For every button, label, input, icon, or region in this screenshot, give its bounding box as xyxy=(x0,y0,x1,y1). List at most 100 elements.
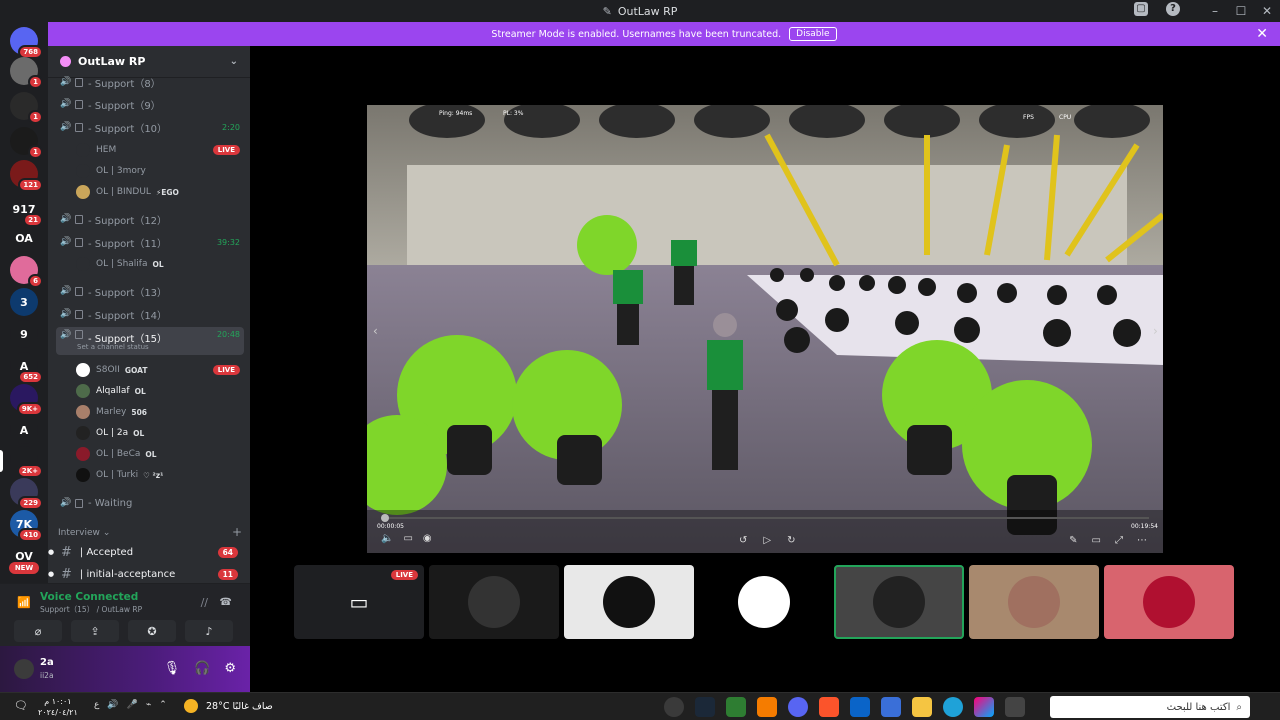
server-icon[interactable]: 3 xyxy=(10,288,38,316)
voice-user[interactable]: OL | 3mory xyxy=(76,161,244,181)
rewind-icon[interactable]: ↺ xyxy=(739,535,747,546)
server-icon[interactable]: 917 21 xyxy=(10,195,43,227)
voice-channel[interactable]: 🔊 - Support（10） 2:20 xyxy=(56,117,244,137)
clock[interactable]: ١٠:٠١ م ٢٠٢٤/٠٤/٢١ xyxy=(38,696,78,718)
voice-user[interactable]: Marley 506 xyxy=(76,402,244,422)
channel-status[interactable]: Set a channel status xyxy=(77,343,149,351)
screen-icon[interactable]: ▭ xyxy=(403,533,412,544)
voice-channel[interactable]: 🔊 - Support（12） xyxy=(56,209,244,229)
headphones-icon[interactable]: 🎧 xyxy=(194,661,210,676)
copilot-app-icon[interactable] xyxy=(974,697,994,717)
volume-icon[interactable]: 🔈 xyxy=(381,533,393,544)
text-channel[interactable]: ● # | Accepted 64 xyxy=(48,542,248,562)
microphone-icon[interactable]: 🎙 xyxy=(164,661,181,676)
activities-button[interactable]: ✪ xyxy=(128,620,176,642)
network-icon[interactable]: ⌁ xyxy=(146,700,151,710)
disconnect-icon[interactable]: ☎ xyxy=(220,597,232,608)
voice-channel-path[interactable]: Support（15） / OutLaw RP xyxy=(40,604,142,615)
voice-user[interactable]: Alqallaf OL xyxy=(76,381,244,401)
server-icon[interactable]: 9 xyxy=(10,320,38,348)
play-icon[interactable]: ▷ xyxy=(763,535,771,546)
participant-tile[interactable] xyxy=(564,565,694,639)
participant-tile[interactable] xyxy=(969,565,1099,639)
share-screen-button[interactable]: ⇪ xyxy=(71,620,119,642)
pencil-icon[interactable]: ✎ xyxy=(1069,535,1077,546)
banner-close-icon[interactable]: ✕ xyxy=(1256,26,1268,42)
server-icon[interactable]: 1 xyxy=(10,127,43,159)
server-icon[interactable]: 768 xyxy=(10,27,43,59)
tray-chevron-icon[interactable]: ⌃ xyxy=(159,700,167,710)
voice-user[interactable]: HEM LIVE xyxy=(76,140,244,160)
participant-tile[interactable] xyxy=(699,565,829,639)
voice-channel[interactable]: 🔊 - Support（15） 20:48 Set a channel status xyxy=(56,327,244,355)
voice-channel[interactable]: 🔊 - Support（11） 39:32 xyxy=(56,232,244,252)
prev-arrow-icon[interactable]: ‹ xyxy=(373,324,378,338)
server-icon[interactable]: 9K+ xyxy=(10,384,43,416)
avatar[interactable] xyxy=(14,659,34,679)
minimize-button[interactable]: – xyxy=(1202,4,1228,18)
help-icon[interactable]: ? xyxy=(1166,2,1180,16)
edge-app-icon[interactable] xyxy=(943,697,963,717)
disable-button[interactable]: Disable xyxy=(789,27,837,41)
signal-icon[interactable]: 📶 xyxy=(17,596,31,609)
brave-app-icon[interactable] xyxy=(819,697,839,717)
category-interview[interactable]: Interview ⌄ + xyxy=(58,526,242,538)
layout-icon[interactable]: ▭ xyxy=(1092,535,1101,546)
participant-tile[interactable] xyxy=(1104,565,1234,639)
terminal-app-icon[interactable] xyxy=(726,697,746,717)
server-icon[interactable]: A 652 xyxy=(10,352,43,384)
voice-channel[interactable]: 🔊 - Support（14） xyxy=(56,304,244,324)
server-icon[interactable]: 1 xyxy=(10,92,43,124)
settings-gear-icon[interactable]: ⚙ xyxy=(224,661,236,676)
voice-user[interactable]: OL | Turki ♡ ²z¹ xyxy=(76,465,244,485)
obs-app-icon[interactable] xyxy=(664,697,684,717)
server-icon[interactable]: 121 xyxy=(10,160,43,192)
voice-channel[interactable]: 🔊 - Support（8） xyxy=(56,72,244,92)
inbox-icon[interactable]: ▢ xyxy=(1134,2,1148,16)
server-icon[interactable]: 7K 410 xyxy=(10,510,43,542)
server-icon[interactable]: 2K+ xyxy=(10,446,43,478)
fullscreen-icon[interactable]: ⤢ xyxy=(1115,535,1123,546)
file-explorer-icon[interactable] xyxy=(912,697,932,717)
maximize-button[interactable]: ☐ xyxy=(1228,4,1254,18)
server-icon[interactable]: OA xyxy=(10,224,38,252)
soundboard-button[interactable]: ♪ xyxy=(185,620,233,642)
server-icon[interactable]: 6 xyxy=(10,256,43,288)
close-button[interactable]: ✕ xyxy=(1254,4,1280,18)
participant-tile[interactable] xyxy=(834,565,964,639)
language-icon[interactable]: ع xyxy=(94,700,99,710)
server-icon[interactable]: 229 xyxy=(10,478,43,510)
participant-tile[interactable] xyxy=(429,565,559,639)
task-view-icon[interactable] xyxy=(1005,697,1025,717)
steam-app-icon[interactable] xyxy=(695,697,715,717)
voice-channel[interactable]: 🔊 - Support（13） xyxy=(56,281,244,301)
voice-user[interactable]: OL | 2a OL xyxy=(76,423,244,443)
noise-suppression-icon[interactable]: ∕∕ xyxy=(201,596,208,609)
voice-user[interactable]: OL | BINDUL ⚡EGO xyxy=(76,182,244,202)
store-app-icon[interactable] xyxy=(881,697,901,717)
voice-user[interactable]: OL | BeCa OL xyxy=(76,444,244,464)
participant-tile[interactable]: ▭ LIVE xyxy=(294,565,424,639)
stream-video[interactable]: 00:00:05 00:19:54 Ping: 94ms PL: 3% FPS … xyxy=(367,105,1163,553)
server-icon[interactable]: 1 xyxy=(10,57,43,89)
orange-app-icon[interactable] xyxy=(757,697,777,717)
voice-user[interactable]: OL | Shalifa OL xyxy=(76,254,244,274)
voice-channel[interactable]: 🔊 - Waiting xyxy=(56,493,244,513)
voice-user[interactable]: S8OII GOAT LIVE xyxy=(76,360,244,380)
taskbar-search[interactable]: اكتب هنا للبحث ⌕ xyxy=(1050,696,1250,718)
camera-off-button[interactable]: ⌀ xyxy=(14,620,62,642)
notification-icon[interactable]: 🗨 xyxy=(14,699,28,712)
server-icon[interactable]: A xyxy=(10,416,38,444)
voice-channel[interactable]: 🔊 - Support（9） xyxy=(56,94,244,114)
discord-app-icon[interactable] xyxy=(788,697,808,717)
volume-tray-icon[interactable]: 🔊 xyxy=(107,700,118,710)
reaction-icon[interactable]: ◉ xyxy=(423,533,432,544)
create-channel-icon[interactable]: + xyxy=(232,526,242,538)
voice-status[interactable]: Voice Connected xyxy=(40,591,138,603)
more-icon[interactable]: ⋯ xyxy=(1137,535,1147,546)
text-channel[interactable]: ● # | initial-acceptance 11 xyxy=(48,564,248,584)
username[interactable]: 2a xyxy=(40,657,54,668)
outlook-app-icon[interactable] xyxy=(850,697,870,717)
mic-tray-icon[interactable]: 🎤 xyxy=(127,700,138,710)
forward-icon[interactable]: ↻ xyxy=(787,535,795,546)
